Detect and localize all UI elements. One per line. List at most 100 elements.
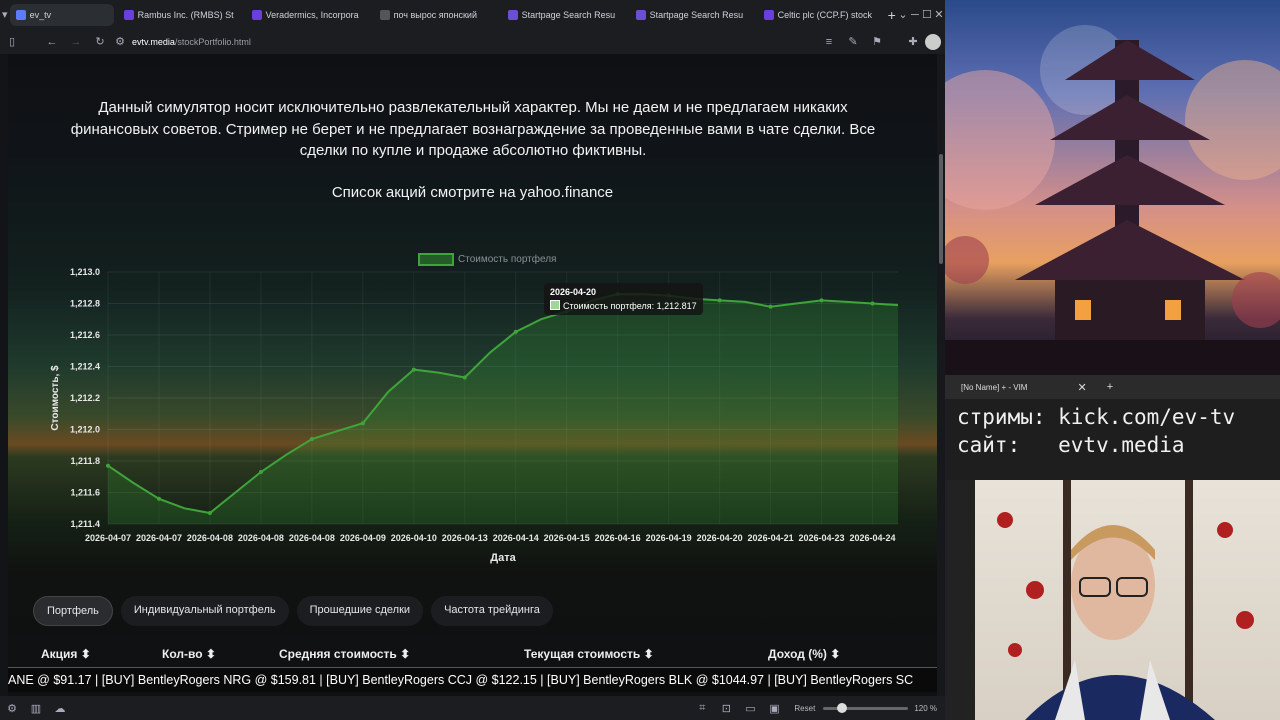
tab-label: Rambus Inc. (RMBS) St xyxy=(137,9,234,20)
x-tick-label: 2026-04-08 xyxy=(187,533,233,543)
tab-label: поч вырос японский xyxy=(393,9,477,20)
window-icon[interactable]: ▭ xyxy=(738,702,762,715)
cloud-icon[interactable]: ☁ xyxy=(48,702,72,715)
images-icon[interactable]: ▣ xyxy=(762,702,786,715)
tab-favicon-icon xyxy=(15,9,26,20)
y-tick-label: 1,212.6 xyxy=(70,330,100,340)
profile-avatar[interactable] xyxy=(925,33,941,50)
page-content: Данный симулятор носит исключительно раз… xyxy=(8,54,937,704)
tab-bar: ▾ ev_tv Rambus Inc. (RMBS) St Veradermics,… xyxy=(0,0,945,29)
zoom-level: 120 % xyxy=(914,703,937,713)
webcam-illustration xyxy=(945,480,1254,720)
vim-line-2: сайт: evtv.media xyxy=(957,433,1185,457)
x-tick-label: 2026-04-21 xyxy=(748,533,794,543)
tab-list-icon[interactable]: ⌄ xyxy=(897,8,909,21)
tab-favicon-icon xyxy=(379,9,390,20)
panel-icon[interactable]: ▥ xyxy=(24,702,48,715)
maximize-icon[interactable]: ☐ xyxy=(921,8,933,21)
data-point[interactable] xyxy=(309,436,314,441)
tab-past-trades[interactable]: Прошедшие сделки xyxy=(296,596,424,626)
x-tick-label: 2026-04-23 xyxy=(799,533,845,543)
x-tick-label: 2026-04-14 xyxy=(493,533,539,543)
header-quantity[interactable]: Кол-во ⬍ xyxy=(162,647,216,661)
browser-tab[interactable]: ev_tv xyxy=(9,3,114,26)
close-icon[interactable]: ✕ xyxy=(933,8,945,21)
url-field[interactable]: evtv.media/stockPortfolio.html xyxy=(132,37,251,47)
header-current-cost[interactable]: Текущая стоимость ⬍ xyxy=(524,647,654,661)
tab-label: Startpage Search Resu xyxy=(649,9,744,20)
data-point[interactable] xyxy=(156,496,161,501)
data-point[interactable] xyxy=(462,375,467,380)
stream-overlay: [No Name] + - VIM ✕ + стримы: kick.com/e… xyxy=(945,0,1280,720)
x-tick-label: 2026-04-07 xyxy=(136,533,182,543)
capture-icon[interactable]: ⌗ xyxy=(690,702,714,715)
x-tick-label: 2026-04-24 xyxy=(849,533,895,543)
data-point[interactable] xyxy=(717,298,722,303)
browser-menu-icon[interactable]: ▾ xyxy=(0,8,10,21)
reader-icon[interactable]: ≡ xyxy=(817,36,841,48)
trade-ticker: ANE @ $91.17 | [BUY] BentleyRogers NRG @… xyxy=(8,667,937,692)
browser-window: ▾ ev_tv Rambus Inc. (RMBS) St Veradermics,… xyxy=(0,0,945,720)
back-icon[interactable]: ← xyxy=(40,36,64,48)
vim-window: [No Name] + - VIM ✕ + стримы: kick.com/e… xyxy=(945,375,1280,480)
vim-title: [No Name] + - VIM xyxy=(961,382,1028,392)
bookmark-icon[interactable]: ⚑ xyxy=(865,35,889,48)
y-tick-label: 1,211.6 xyxy=(70,488,100,498)
x-tick-label: 2026-04-07 xyxy=(85,533,131,543)
address-bar-row: ▯ ← → ↻ ⚙ evtv.media/stockPortfolio.html… xyxy=(0,29,945,54)
data-point[interactable] xyxy=(411,367,416,372)
portfolio-tabs: Портфель Индивидуальный портфель Прошедш… xyxy=(33,596,553,626)
data-point[interactable] xyxy=(870,301,875,306)
data-point[interactable] xyxy=(360,421,365,426)
zoom-slider[interactable] xyxy=(823,702,909,713)
tab-favicon-icon xyxy=(507,9,518,20)
browser-tab[interactable]: Rambus Inc. (RMBS) St xyxy=(118,4,242,26)
scrollbar-thumb[interactable] xyxy=(939,154,943,264)
y-tick-label: 1,213.0 xyxy=(70,267,100,277)
settings-icon[interactable]: ⚙ xyxy=(0,702,24,715)
tab-favicon-icon xyxy=(251,9,262,20)
extensions-icon[interactable]: ✚ xyxy=(901,35,925,48)
reload-icon[interactable]: ↻ xyxy=(88,35,112,48)
x-tick-label: 2026-04-19 xyxy=(646,533,692,543)
portfolio-chart[interactable]: 1,211.4 1,211.6 1,211.8 1,212.0 1,212.2 1,212… xyxy=(8,254,937,574)
browser-tab[interactable]: Veradermics, Incorpora xyxy=(246,4,370,26)
browser-tab[interactable]: поч вырос японский xyxy=(374,4,498,26)
browser-tab[interactable]: Startpage Search Resu xyxy=(502,4,626,26)
header-income[interactable]: Доход (%) ⬍ xyxy=(768,647,840,661)
x-tick-label: 2026-04-10 xyxy=(391,533,437,543)
sidebar-icon[interactable]: ▯ xyxy=(0,35,24,48)
data-point[interactable] xyxy=(513,329,518,334)
header-stock[interactable]: Акция ⬍ xyxy=(41,647,91,661)
y-tick-label: 1,212.0 xyxy=(70,425,100,435)
site-info-icon[interactable]: ⚙ xyxy=(112,35,128,48)
data-point[interactable] xyxy=(819,298,824,303)
vim-new-tab-icon[interactable]: + xyxy=(1107,381,1113,393)
page-scrollbar[interactable] xyxy=(937,54,945,704)
header-average-cost[interactable]: Средняя стоимость ⬍ xyxy=(279,647,410,661)
tab-individual-portfolio[interactable]: Индивидуальный портфель xyxy=(120,596,289,626)
vim-close-icon[interactable]: ✕ xyxy=(1077,381,1086,394)
vim-titlebar: [No Name] + - VIM ✕ + xyxy=(945,375,1280,399)
forward-icon[interactable]: → xyxy=(64,36,88,48)
tab-portfolio[interactable]: Портфель xyxy=(33,596,113,626)
tab-trading-frequency[interactable]: Частота трейдинга xyxy=(431,596,553,626)
x-tick-label: 2026-04-08 xyxy=(289,533,335,543)
x-tick-label: 2026-04-09 xyxy=(340,533,386,543)
tiling-icon[interactable]: ⊡ xyxy=(714,702,738,715)
browser-tab[interactable]: Startpage Search Resu xyxy=(630,4,754,26)
table-header: Акция ⬍ Кол-во ⬍ Средняя стоимость ⬍ Тек… xyxy=(8,647,937,665)
zoom-slider-knob[interactable] xyxy=(837,702,848,713)
new-tab-button[interactable]: + xyxy=(882,4,897,26)
pagoda-illustration xyxy=(945,25,1280,375)
translate-icon[interactable]: ✎ xyxy=(841,35,865,48)
browser-tab[interactable]: Celtic plc (CCP.F) stock xyxy=(758,4,882,26)
data-point[interactable] xyxy=(207,510,212,515)
zoom-reset-button[interactable]: Reset xyxy=(794,704,815,713)
data-point[interactable] xyxy=(106,463,110,468)
minimize-icon[interactable]: ─ xyxy=(909,9,921,21)
data-point[interactable] xyxy=(258,470,263,475)
data-point[interactable] xyxy=(768,304,773,309)
disclaimer-text: Данный симулятор носит исключительно раз… xyxy=(70,99,876,159)
tab-favicon-icon xyxy=(635,9,646,20)
